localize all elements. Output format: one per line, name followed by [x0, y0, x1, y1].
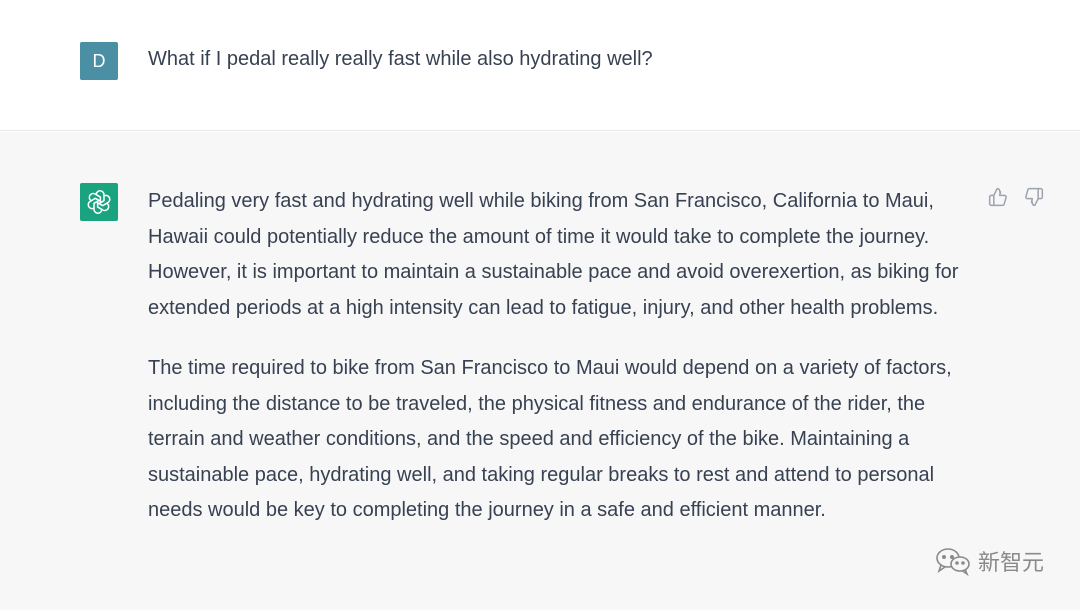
assistant-message-text: Pedaling very fast and hydrating well wh… [148, 184, 978, 554]
thumbs-down-button[interactable] [1024, 186, 1044, 208]
assistant-paragraph: Pedaling very fast and hydrating well wh… [148, 190, 959, 319]
feedback-controls [988, 186, 1044, 208]
thumbs-up-icon [988, 187, 1007, 207]
thumbs-up-button[interactable] [988, 186, 1008, 208]
assistant-paragraph: The time required to bike from San Franc… [148, 357, 952, 521]
watermark: 新智元 [934, 545, 1044, 577]
user-avatar: D [80, 42, 118, 80]
user-avatar-letter: D [92, 50, 106, 71]
assistant-avatar [80, 183, 118, 221]
thumbs-down-icon [1025, 187, 1044, 207]
chat-page: D What if I pedal really really fast whi… [0, 0, 1080, 610]
user-message-text: What if I pedal really really fast while… [148, 48, 653, 70]
assistant-message-row: Pedaling very fast and hydrating well wh… [0, 132, 1080, 610]
wechat-icon [936, 548, 970, 576]
watermark-text: 新智元 [977, 551, 1044, 576]
openai-logo-icon [87, 190, 111, 214]
user-message-row: D What if I pedal really really fast whi… [0, 0, 1080, 131]
